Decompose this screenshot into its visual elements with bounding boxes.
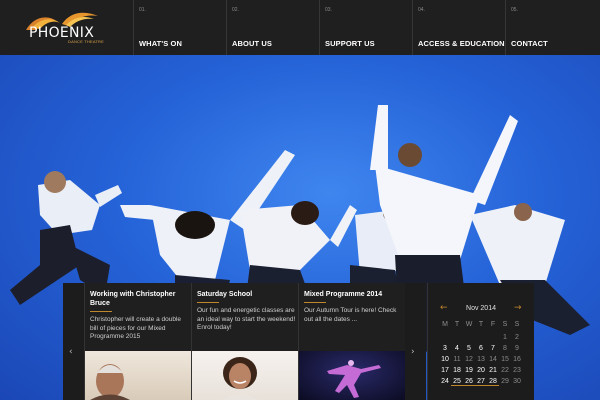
weekday-label: W [465, 321, 473, 328]
calendar-day[interactable]: 30 [511, 378, 523, 385]
calendar-day[interactable]: 21 [487, 367, 499, 374]
calendar-day[interactable]: 4 [451, 345, 463, 352]
nav-number: 04. [418, 7, 425, 13]
news-card-title: Saturday School [197, 291, 253, 298]
calendar-day[interactable]: 5 [463, 345, 475, 352]
site-header: PHOENIX DANCE THEATRE 01. WHAT'S ON 02. … [0, 0, 600, 55]
news-carousel: ‹ Working with Christopher Bruce Christo… [63, 283, 426, 400]
title-underline [304, 302, 326, 303]
calendar-day[interactable]: 10 [439, 356, 451, 363]
calendar-day[interactable]: 14 [487, 356, 499, 363]
calendar-day[interactable]: 20 [475, 367, 487, 374]
nav-label: WHAT'S ON [139, 39, 182, 48]
calendar-day[interactable]: 28 [487, 378, 499, 386]
calendar-day[interactable]: 2 [511, 334, 523, 341]
nav-label: ABOUT US [232, 39, 272, 48]
calendar-day[interactable]: 17 [439, 367, 451, 374]
portrait-photo [90, 364, 130, 400]
nav-number: 01. [139, 7, 146, 13]
weekday-label: M [442, 321, 448, 328]
news-card-text: Christopher will create a double bill of… [90, 316, 182, 340]
news-card-text: Our fun and energetic classes are an ide… [197, 307, 296, 331]
title-underline [197, 302, 219, 303]
nav-access-education[interactable]: 04. ACCESS & EDUCATION [412, 0, 505, 55]
calendar-day[interactable]: 25 [451, 378, 463, 386]
weekday-label: T [454, 321, 460, 328]
weekday-label: S [502, 321, 508, 328]
title-underline [90, 311, 112, 312]
calendar-day[interactable]: 22 [499, 367, 511, 374]
calendar-day[interactable]: 6 [475, 345, 487, 352]
calendar-day[interactable]: 1 [499, 334, 511, 341]
news-card-image[interactable] [85, 351, 191, 400]
news-next-button[interactable]: › [405, 283, 426, 400]
calendar-day[interactable]: 23 [511, 367, 523, 374]
logo-tagline: DANCE THEATRE [68, 39, 105, 44]
calendar-day[interactable]: 19 [463, 367, 475, 374]
calendar-day[interactable]: 18 [451, 367, 463, 374]
calendar-day[interactable]: 15 [499, 356, 511, 363]
nav-support-us[interactable]: 03. SUPPORT US [319, 0, 412, 55]
chevron-left-icon: ‹ [69, 347, 73, 357]
nav-contact[interactable]: 05. CONTACT [505, 0, 600, 55]
events-calendar: ← Nov 2014 → M T W T F S S 1 2 3 4 5 6 7 8 9 10 11 12 13 14 1… [427, 283, 534, 400]
news-card-title: Mixed Programme 2014 [304, 291, 383, 298]
calendar-day[interactable]: 24 [439, 378, 451, 385]
weekday-label: F [490, 321, 496, 328]
news-card-image[interactable] [299, 351, 405, 400]
news-card[interactable]: Mixed Programme 2014 Our Autumn Tour is … [298, 283, 405, 400]
calendar-day[interactable]: 12 [463, 356, 475, 363]
nav-whats-on[interactable]: 01. WHAT'S ON [133, 0, 226, 55]
news-card-title: Working with Christopher Bruce [90, 291, 176, 307]
nav-number: 05. [511, 7, 518, 13]
calendar-month: Nov 2014 [466, 305, 496, 312]
calendar-day[interactable]: 13 [475, 356, 487, 363]
weekday-label: T [478, 321, 484, 328]
arrow-right-icon[interactable]: → [514, 303, 522, 313]
site-logo[interactable]: PHOENIX DANCE THEATRE [0, 0, 133, 55]
nav-label: SUPPORT US [325, 39, 375, 48]
news-card[interactable]: Working with Christopher Bruce Christoph… [84, 283, 191, 400]
weekday-label: S [514, 321, 520, 328]
news-card-text: Our Autumn Tour is here! Check out all t… [304, 307, 397, 323]
nav-label: ACCESS & EDUCATION [418, 39, 505, 48]
arrow-left-icon[interactable]: ← [440, 303, 448, 313]
nav-number: 03. [325, 7, 332, 13]
calendar-day[interactable]: 29 [499, 378, 511, 385]
calendar-day[interactable]: 3 [439, 345, 451, 352]
calendar-day[interactable]: 16 [511, 356, 523, 363]
nav-label: CONTACT [511, 39, 548, 48]
calendar-day[interactable]: 27 [475, 378, 487, 386]
news-card[interactable]: Saturday School Our fun and energetic cl… [191, 283, 298, 400]
calendar-day[interactable]: 7 [487, 345, 499, 352]
news-card-image[interactable] [192, 351, 298, 400]
news-prev-button[interactable]: ‹ [63, 283, 84, 400]
calendar-day[interactable]: 11 [451, 356, 463, 363]
nav-about-us[interactable]: 02. ABOUT US [226, 0, 319, 55]
portrait-photo [222, 357, 258, 400]
calendar-day[interactable]: 26 [463, 378, 475, 386]
stage-photo [327, 360, 381, 398]
calendar-day[interactable]: 8 [499, 345, 511, 352]
nav-number: 02. [232, 7, 239, 13]
chevron-right-icon: › [411, 347, 415, 357]
calendar-day[interactable]: 9 [511, 345, 523, 352]
